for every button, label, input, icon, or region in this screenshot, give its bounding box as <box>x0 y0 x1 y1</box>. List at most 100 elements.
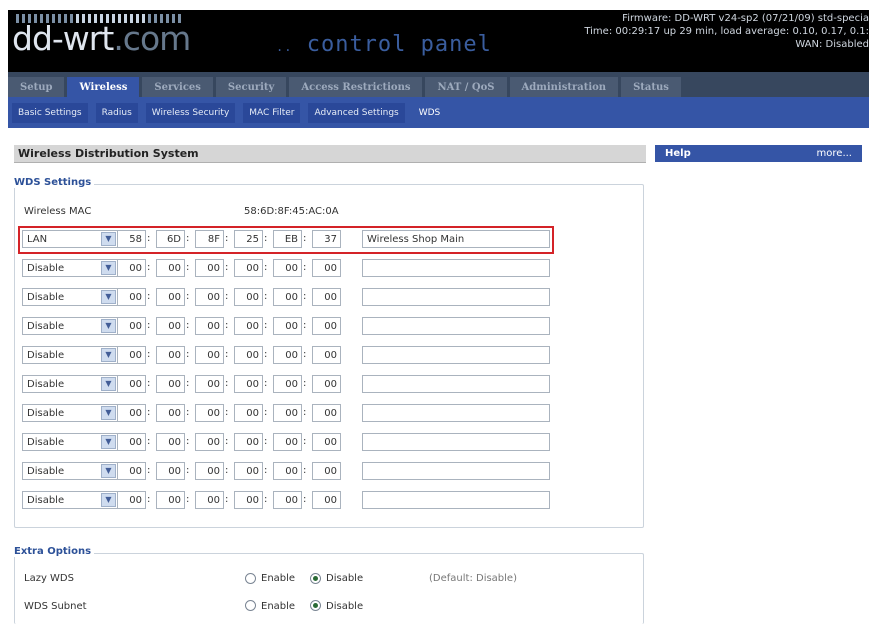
wds-subnet-enable-radio[interactable] <box>245 600 256 611</box>
mac-octet-input[interactable]: 00 <box>234 259 263 277</box>
mac-octet-input[interactable]: 00 <box>273 491 302 509</box>
chevron-down-icon[interactable]: ▼ <box>101 406 116 420</box>
subtab-wireless-security[interactable]: Wireless Security <box>145 102 236 123</box>
tab-status[interactable]: Status <box>621 77 681 97</box>
wds-mode-select[interactable]: Disable ▼ <box>22 433 118 451</box>
wds-mode-select[interactable]: Disable ▼ <box>22 462 118 480</box>
wds-mode-select[interactable]: Disable ▼ <box>22 317 118 335</box>
mac-octet-input[interactable]: 00 <box>117 433 146 451</box>
mac-octet-input[interactable]: 25 <box>234 230 263 248</box>
mac-octet-input[interactable]: 00 <box>312 375 341 393</box>
mac-octet-input[interactable]: 6D <box>156 230 185 248</box>
mac-octet-input[interactable]: 00 <box>117 404 146 422</box>
mac-octet-input[interactable]: 00 <box>117 375 146 393</box>
mac-octet-input[interactable]: 00 <box>234 433 263 451</box>
mac-octet-input[interactable]: 00 <box>273 346 302 364</box>
chevron-down-icon[interactable]: ▼ <box>101 348 116 362</box>
subtab-advanced-settings[interactable]: Advanced Settings <box>308 102 405 123</box>
mac-octet-input[interactable]: 00 <box>156 259 185 277</box>
wds-mode-select[interactable]: Disable ▼ <box>22 491 118 509</box>
wds-name-input[interactable] <box>362 404 550 422</box>
mac-octet-input[interactable]: 00 <box>273 462 302 480</box>
lazy-wds-enable-radio[interactable] <box>245 573 256 584</box>
wds-mode-select[interactable]: Disable ▼ <box>22 288 118 306</box>
wds-name-input[interactable] <box>362 491 550 509</box>
tab-nat-qos[interactable]: NAT / QoS <box>425 77 507 97</box>
wds-mode-select[interactable]: Disable ▼ <box>22 404 118 422</box>
chevron-down-icon[interactable]: ▼ <box>101 290 116 304</box>
wds-subnet-disable-radio[interactable] <box>310 600 321 611</box>
wds-mode-select[interactable]: Disable ▼ <box>22 259 118 277</box>
mac-octet-input[interactable]: 00 <box>156 462 185 480</box>
mac-octet-input[interactable]: 00 <box>156 288 185 306</box>
chevron-down-icon[interactable]: ▼ <box>101 435 116 449</box>
mac-octet-input[interactable]: 00 <box>234 404 263 422</box>
wds-name-input[interactable] <box>362 375 550 393</box>
tab-setup[interactable]: Setup <box>8 77 65 97</box>
mac-octet-input[interactable]: 8F <box>195 230 224 248</box>
mac-octet-input[interactable]: 00 <box>234 491 263 509</box>
mac-octet-input[interactable]: 00 <box>273 404 302 422</box>
mac-octet-input[interactable]: 00 <box>273 259 302 277</box>
mac-octet-input[interactable]: 00 <box>273 375 302 393</box>
mac-octet-input[interactable]: 00 <box>312 462 341 480</box>
tab-access-restrictions[interactable]: Access Restrictions <box>289 77 423 97</box>
wds-name-input[interactable] <box>362 433 550 451</box>
tab-services[interactable]: Services <box>142 77 213 97</box>
mac-octet-input[interactable]: 00 <box>156 375 185 393</box>
mac-octet-input[interactable]: 00 <box>195 433 224 451</box>
mac-octet-input[interactable]: 00 <box>312 346 341 364</box>
mac-octet-input[interactable]: 00 <box>312 433 341 451</box>
mac-octet-input[interactable]: 00 <box>195 375 224 393</box>
wds-name-input[interactable] <box>362 346 550 364</box>
mac-octet-input[interactable]: 37 <box>312 230 341 248</box>
mac-octet-input[interactable]: 00 <box>312 259 341 277</box>
mac-octet-input[interactable]: 00 <box>156 404 185 422</box>
subtab-wds[interactable]: WDS <box>412 102 447 123</box>
mac-octet-input[interactable]: 00 <box>312 288 341 306</box>
mac-octet-input[interactable]: 00 <box>273 433 302 451</box>
mac-octet-input[interactable]: 00 <box>195 259 224 277</box>
mac-octet-input[interactable]: 00 <box>156 317 185 335</box>
mac-octet-input[interactable]: 00 <box>312 317 341 335</box>
mac-octet-input[interactable]: 00 <box>234 346 263 364</box>
chevron-down-icon[interactable]: ▼ <box>101 261 116 275</box>
chevron-down-icon[interactable]: ▼ <box>101 493 116 507</box>
mac-octet-input[interactable]: 00 <box>195 288 224 306</box>
mac-octet-input[interactable]: 00 <box>195 491 224 509</box>
tab-wireless[interactable]: Wireless <box>67 77 140 97</box>
mac-octet-input[interactable]: 00 <box>156 491 185 509</box>
mac-octet-input[interactable]: 00 <box>234 317 263 335</box>
tab-security[interactable]: Security <box>215 77 287 97</box>
help-more-link[interactable]: more... <box>817 145 852 162</box>
mac-octet-input[interactable]: 00 <box>273 317 302 335</box>
mac-octet-input[interactable]: 00 <box>117 288 146 306</box>
mac-octet-input[interactable]: EB <box>273 230 302 248</box>
wds-mode-select[interactable]: LAN ▼ <box>22 230 118 248</box>
chevron-down-icon[interactable]: ▼ <box>101 377 116 391</box>
chevron-down-icon[interactable]: ▼ <box>101 464 116 478</box>
wds-name-input[interactable] <box>362 462 550 480</box>
subtab-mac-filter[interactable]: MAC Filter <box>243 102 301 123</box>
wds-name-input[interactable] <box>362 259 550 277</box>
mac-octet-input[interactable]: 00 <box>156 346 185 364</box>
chevron-down-icon[interactable]: ▼ <box>101 232 116 246</box>
mac-octet-input[interactable]: 00 <box>195 404 224 422</box>
mac-octet-input[interactable]: 00 <box>117 259 146 277</box>
wds-name-input[interactable]: Wireless Shop Main <box>362 230 550 248</box>
mac-octet-input[interactable]: 00 <box>234 288 263 306</box>
mac-octet-input[interactable]: 00 <box>273 288 302 306</box>
subtab-radius[interactable]: Radius <box>95 102 138 123</box>
wds-mode-select[interactable]: Disable ▼ <box>22 375 118 393</box>
mac-octet-input[interactable]: 00 <box>117 317 146 335</box>
lazy-wds-disable-radio[interactable] <box>310 573 321 584</box>
chevron-down-icon[interactable]: ▼ <box>101 319 116 333</box>
mac-octet-input[interactable]: 00 <box>195 462 224 480</box>
wds-name-input[interactable] <box>362 288 550 306</box>
mac-octet-input[interactable]: 58 <box>117 230 146 248</box>
mac-octet-input[interactable]: 00 <box>234 375 263 393</box>
mac-octet-input[interactable]: 00 <box>117 346 146 364</box>
mac-octet-input[interactable]: 00 <box>195 346 224 364</box>
mac-octet-input[interactable]: 00 <box>156 433 185 451</box>
mac-octet-input[interactable]: 00 <box>312 404 341 422</box>
